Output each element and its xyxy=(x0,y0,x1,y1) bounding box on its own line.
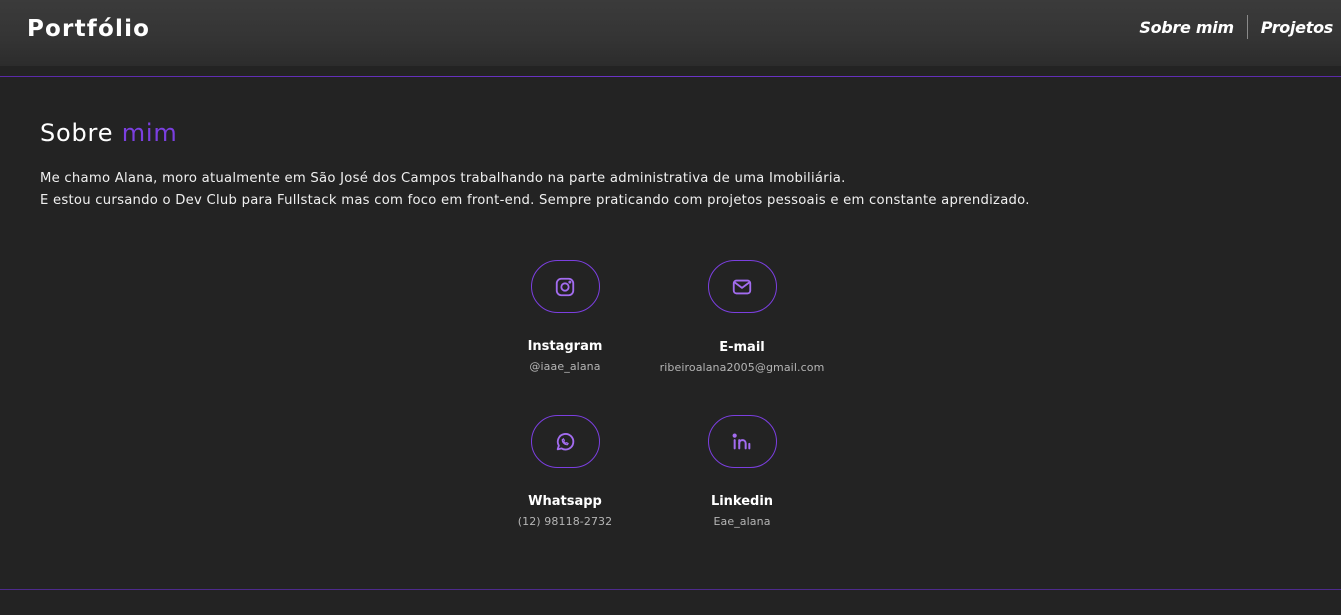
nav-link-projetos[interactable]: Projetos xyxy=(1261,18,1334,37)
section-title-main: Sobre xyxy=(40,119,122,147)
instagram-icon xyxy=(555,277,575,296)
section-title: Sobre mim xyxy=(40,119,178,147)
instagram-button[interactable] xyxy=(530,260,600,313)
linkedin-button[interactable] xyxy=(707,415,777,468)
contact-instagram: Instagram @iaae_alana xyxy=(465,260,665,373)
section-title-accent: mim xyxy=(121,119,178,147)
contact-name: Instagram xyxy=(527,339,603,354)
contact-name: Linkedin xyxy=(710,494,774,509)
contact-email: E-mail ribeiroalana2005@gmail.com xyxy=(642,260,842,374)
logo[interactable]: Portfólio xyxy=(27,16,150,42)
contact-value: (12) 98118-2732 xyxy=(517,515,613,528)
nav-link-sobre-mim[interactable]: Sobre mim xyxy=(1139,18,1234,37)
header-divider-line xyxy=(0,76,1341,77)
site-header: Portfólio Sobre mim Projetos xyxy=(0,0,1341,66)
contact-whatsapp: Whatsapp (12) 98118-2732 xyxy=(465,415,665,528)
contact-value: @iaae_alana xyxy=(529,360,601,373)
whatsapp-icon xyxy=(556,432,575,450)
contact-value: Eae_alana xyxy=(713,515,771,528)
contact-name: Whatsapp xyxy=(528,494,602,509)
contact-value: ribeiroalana2005@gmail.com xyxy=(659,361,825,374)
footer-divider-line xyxy=(0,589,1341,590)
main-nav: Sobre mim Projetos xyxy=(1139,14,1333,40)
linkedin-icon xyxy=(732,432,751,449)
contact-name: E-mail xyxy=(719,340,765,355)
mail-icon xyxy=(732,279,752,294)
about-paragraph-2: E estou cursando o Dev Club para Fullsta… xyxy=(40,193,1030,208)
nav-divider xyxy=(1246,15,1248,39)
about-paragraph-1: Me chamo Alana, moro atualmente em São J… xyxy=(40,171,846,186)
email-button[interactable] xyxy=(707,260,777,313)
whatsapp-button[interactable] xyxy=(530,415,600,468)
contact-linkedin: Linkedin Eae_alana xyxy=(642,415,842,528)
